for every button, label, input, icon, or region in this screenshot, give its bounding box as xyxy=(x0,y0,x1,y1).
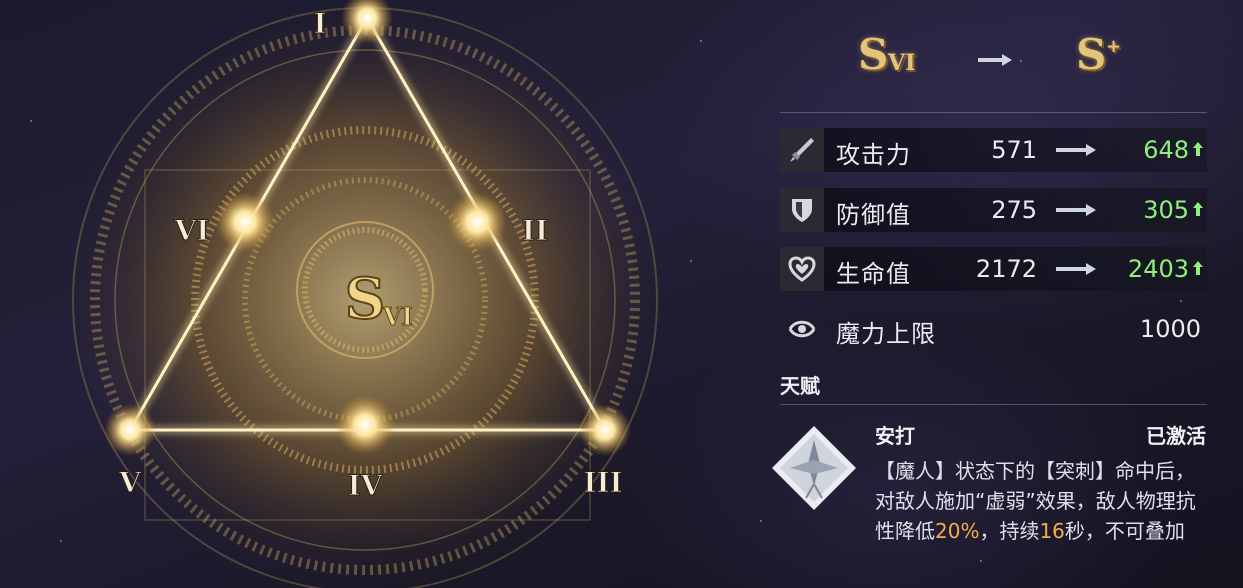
talent-status: 已激活 xyxy=(1146,424,1206,448)
stat-current-value: 2172 xyxy=(975,255,1037,283)
stat-row-hp: 生命值 2172 2403 xyxy=(780,247,1207,291)
shield-icon xyxy=(780,188,824,232)
mana-swirl-icon xyxy=(780,307,824,351)
highlight-value: 16 xyxy=(1039,519,1065,543)
stat-value: 1000 xyxy=(1139,315,1201,343)
talent-section-title: 天赋 xyxy=(780,374,820,398)
rank-change: S VI S + xyxy=(780,28,1207,90)
arrow-up-icon xyxy=(1193,202,1203,216)
rank-from-suffix: VI xyxy=(888,50,916,76)
stat-new-value: 2403 xyxy=(1127,255,1189,283)
sigil-center-rank-suffix: VI xyxy=(382,302,413,331)
divider xyxy=(780,112,1207,113)
sigil-node-iii: III xyxy=(583,466,622,499)
sigil-node-iv: IV xyxy=(348,469,384,502)
rank-sigil: I II III IV V VI S VI xyxy=(65,0,665,588)
stat-label: 生命值 xyxy=(836,260,911,288)
stat-new-value: 305 xyxy=(1143,196,1189,224)
highlight-value: 20% xyxy=(935,519,980,543)
heart-icon xyxy=(780,247,824,291)
stat-current-value: 275 xyxy=(991,196,1037,224)
arrow-up-icon xyxy=(1193,261,1203,275)
stat-label: 攻击力 xyxy=(836,141,911,169)
talent-name: 安打 xyxy=(875,424,915,448)
talent-crystal-icon xyxy=(772,426,856,510)
arrow-right-icon xyxy=(1056,144,1096,156)
talent-description: 【魔人】状态下的【突刺】命中后，对敌人施加“虚弱”效果，敌人物理抗性降低20%，… xyxy=(875,459,1196,543)
rank-to-suffix: + xyxy=(1106,36,1122,57)
stat-label: 魔力上限 xyxy=(836,320,936,348)
sword-icon xyxy=(780,128,824,172)
arrow-right-icon xyxy=(1056,204,1096,216)
sigil-center-rank: S xyxy=(345,266,385,332)
stat-current-value: 571 xyxy=(991,136,1037,164)
stat-row-attack: 攻击力 571 648 xyxy=(780,128,1207,172)
arrow-right-icon xyxy=(1056,263,1096,275)
arrow-up-icon xyxy=(1193,142,1203,156)
stat-row-defense: 防御值 275 305 xyxy=(780,188,1207,232)
stat-label: 防御值 xyxy=(836,201,911,229)
rank-to: S xyxy=(1076,30,1107,79)
stat-new-value: 648 xyxy=(1143,136,1189,164)
rank-from: S xyxy=(858,30,889,79)
divider xyxy=(780,404,1207,405)
arrow-right-icon xyxy=(978,54,1012,66)
sigil-node-v: V xyxy=(118,466,142,499)
sigil-node-i: I xyxy=(313,7,326,40)
sigil-node-vi: VI xyxy=(174,214,210,247)
sigil-node-ii: II xyxy=(522,214,548,247)
stat-row-mana: 魔力上限 1000 xyxy=(780,307,1207,351)
